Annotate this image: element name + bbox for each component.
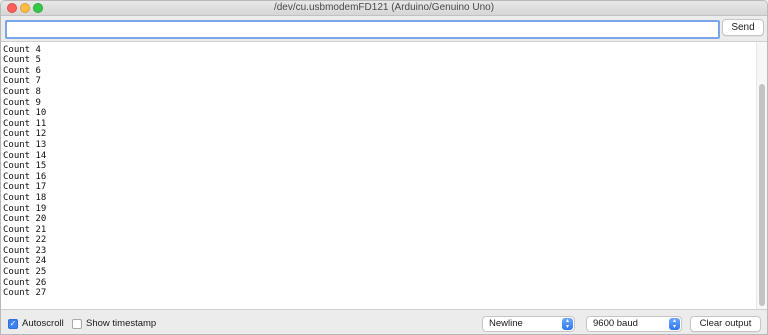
output-line: Count 20 <box>3 214 47 225</box>
output-line: Count 15 <box>3 161 47 172</box>
title-bar: /dev/cu.usbmodemFD121 (Arduino/Genuino U… <box>1 1 767 16</box>
baud-rate-select[interactable]: 9600 baud ▴ ▾ <box>586 316 682 332</box>
output-lines: Count 3Count 4Count 5Count 6Count 7Count… <box>3 42 47 299</box>
output-line: Count 17 <box>3 182 47 193</box>
output-line: Count 12 <box>3 129 47 140</box>
baud-rate-value: 9600 baud <box>593 318 638 329</box>
output-line: Count 25 <box>3 267 47 278</box>
show-timestamp-label: Show timestamp <box>86 318 157 329</box>
output-line: Count 24 <box>3 256 47 267</box>
autoscroll-label: Autoscroll <box>22 318 64 329</box>
output-line: Count 7 <box>3 76 41 87</box>
output-scrollbar[interactable] <box>756 42 767 309</box>
chevron-updown-icon: ▴ ▾ <box>669 318 680 330</box>
output-line: Count 13 <box>3 139 47 150</box>
output-line: Count 11 <box>3 118 47 129</box>
output-line: Count 26 <box>3 277 47 288</box>
output-line: Count 23 <box>3 245 47 256</box>
autoscroll-checkbox[interactable]: ✓ <box>8 319 18 329</box>
window-title: /dev/cu.usbmodemFD121 (Arduino/Genuino U… <box>273 2 495 13</box>
output-line: Count 14 <box>3 150 47 161</box>
output-line: Count 9 <box>3 97 41 108</box>
send-input[interactable] <box>5 20 720 39</box>
output-line: Count 6 <box>3 65 41 76</box>
output-line: Count 22 <box>3 235 47 246</box>
line-ending-select[interactable]: Newline ▴ ▾ <box>482 316 575 332</box>
show-timestamp-checkbox[interactable] <box>72 319 82 329</box>
output-line: Count 19 <box>3 203 47 214</box>
output-line: Count 16 <box>3 171 47 182</box>
scrollbar-thumb[interactable] <box>759 84 765 306</box>
output-line: Count 27 <box>3 288 47 299</box>
output-line: Count 8 <box>3 86 41 97</box>
send-row: Send <box>1 16 767 41</box>
output-line: Count 4 <box>3 44 41 55</box>
send-button[interactable]: Send <box>722 19 764 36</box>
serial-monitor-window: /dev/cu.usbmodemFD121 (Arduino/Genuino U… <box>0 0 768 335</box>
output-line: Count 5 <box>3 55 41 66</box>
output-line: Count 21 <box>3 224 47 235</box>
output-line: Count 18 <box>3 192 47 203</box>
footer-bar: ✓ Autoscroll Show timestamp Newline ▴ ▾ 9… <box>1 310 767 334</box>
clear-output-button[interactable]: Clear output <box>690 316 761 332</box>
output-line: Count 10 <box>3 108 47 119</box>
line-ending-value: Newline <box>489 318 523 329</box>
serial-output[interactable]: Count 3Count 4Count 5Count 6Count 7Count… <box>1 41 767 310</box>
chevron-updown-icon: ▴ ▾ <box>562 318 573 330</box>
